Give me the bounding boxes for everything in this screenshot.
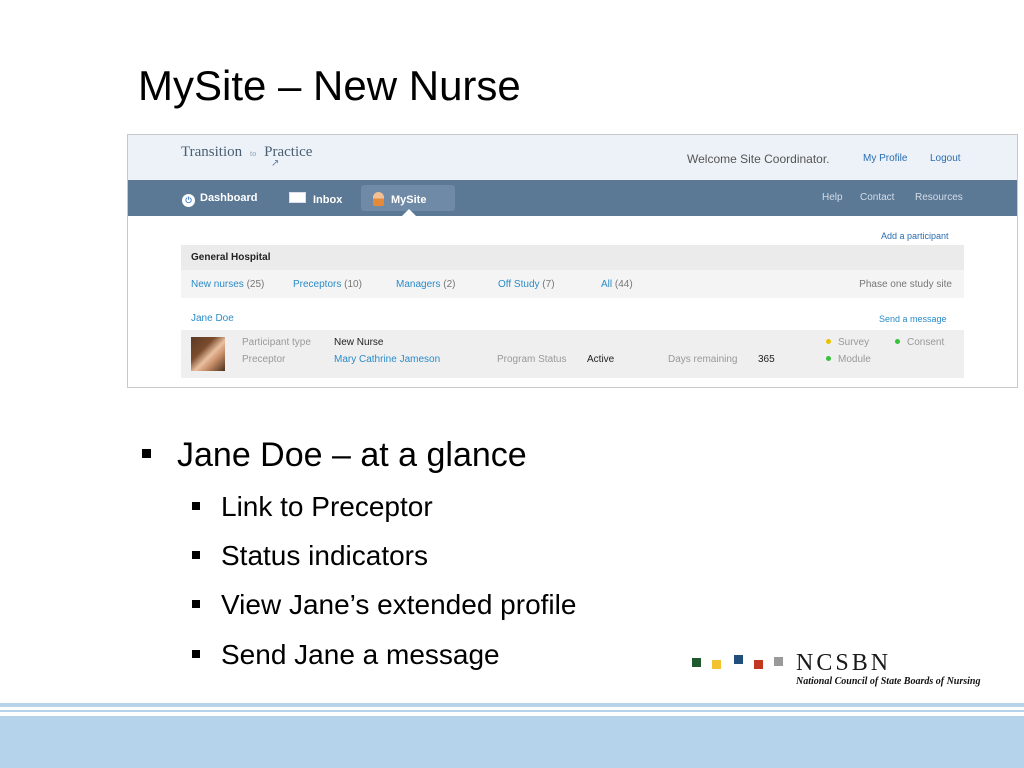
ncsbn-logo: NCSBN National Council of State Boards o… [692, 650, 982, 695]
bullet-sub: Link to Preceptor [192, 491, 433, 523]
filter-label: New nurses [191, 279, 244, 290]
program-status-label: Program Status [497, 354, 567, 365]
filter-managers[interactable]: Managers (2) [396, 279, 455, 290]
my-profile-link[interactable]: My Profile [863, 153, 907, 164]
module-indicator[interactable]: Module [826, 354, 871, 365]
bullet-sub: Status indicators [192, 540, 428, 572]
tab-dashboard-label: Dashboard [200, 192, 258, 204]
bullet-text: Link to Preceptor [221, 491, 433, 522]
bullet-square-icon [192, 502, 200, 510]
bullet-sub: View Jane’s extended profile [192, 589, 576, 621]
logo-square-icon [754, 660, 763, 669]
filter-count: (25) [246, 279, 265, 290]
consent-indicator[interactable]: Consent [895, 337, 944, 348]
status-dot-icon [826, 356, 831, 361]
filter-label: All [601, 279, 613, 290]
logo-arrow-icon: ↗ [271, 158, 280, 169]
filter-label: Preceptors [293, 279, 342, 290]
logo-square-icon [712, 660, 721, 669]
contact-link[interactable]: Contact [860, 192, 894, 203]
survey-indicator[interactable]: Survey [826, 337, 869, 348]
module-label: Module [838, 354, 871, 365]
main-nav: ⏻ Dashboard Inbox MySite Help Contact Res… [128, 180, 1017, 216]
bullet-square-icon [192, 650, 200, 658]
filter-label: Off Study [498, 279, 540, 290]
days-remaining-label: Days remaining [668, 354, 738, 365]
bullet-text: Status indicators [221, 540, 428, 571]
status-dot-icon [895, 339, 900, 344]
filter-count: (44) [614, 279, 633, 290]
bullet-square-icon [142, 449, 151, 458]
welcome-text: Welcome Site Coordinator. [687, 152, 830, 166]
filter-preceptors[interactable]: Preceptors (10) [293, 279, 362, 290]
filter-off-study[interactable]: Off Study (7) [498, 279, 555, 290]
send-message-link[interactable]: Send a message [879, 314, 947, 324]
app-screenshot: Transition to Practice ↗ Welcome Site Coor… [127, 134, 1018, 388]
bullet-text: View Jane’s extended profile [221, 589, 577, 620]
bullet-text: Send Jane a message [221, 639, 500, 670]
tab-dashboard[interactable]: ⏻ Dashboard [182, 192, 257, 207]
filter-count: (2) [443, 279, 456, 290]
dashboard-icon: ⏻ [182, 194, 195, 207]
app-logo[interactable]: Transition to Practice ↗ [181, 144, 312, 169]
logo-square-icon [774, 657, 783, 666]
person-icon [373, 192, 384, 206]
filter-count: (7) [542, 279, 555, 290]
footer-line [0, 703, 1024, 707]
filter-bar: New nurses (25) Preceptors (10) Managers… [181, 270, 964, 298]
phase-label: Phase one study site [859, 279, 952, 290]
slide-title: MySite – New Nurse [138, 62, 521, 109]
logo-word-to: to [250, 149, 257, 158]
bullet-square-icon [192, 551, 200, 559]
resources-link[interactable]: Resources [915, 192, 963, 203]
tab-inbox[interactable]: Inbox [289, 192, 342, 206]
mail-icon [289, 192, 306, 203]
avatar[interactable] [191, 337, 225, 371]
survey-label: Survey [838, 337, 870, 348]
filter-label: Managers [396, 279, 441, 290]
bullet-square-icon [192, 600, 200, 608]
filter-count: (10) [344, 279, 362, 290]
preceptor-label: Preceptor [242, 354, 286, 365]
days-remaining-value: 365 [758, 354, 775, 365]
preceptor-link[interactable]: Mary Cathrine Jameson [334, 354, 440, 365]
hospital-name: General Hospital [191, 252, 271, 263]
logo-square-icon [692, 658, 701, 667]
logo-square-icon [734, 655, 743, 664]
bullet-text: Jane Doe – at a glance [177, 436, 527, 474]
participant-type-label: Participant type [242, 337, 311, 348]
program-status-value: Active [587, 354, 615, 365]
participant-card: Participant type New Nurse Preceptor Mar… [181, 330, 964, 378]
ncsbn-name: NCSBN [796, 650, 892, 676]
add-participant-link[interactable]: Add a participant [881, 231, 949, 241]
logout-link[interactable]: Logout [930, 153, 961, 164]
consent-label: Consent [907, 337, 945, 348]
footer-band [0, 716, 1024, 768]
logo-word-transition: Transition [181, 144, 243, 160]
ncsbn-full-name: National Council of State Boards of Nurs… [796, 676, 981, 687]
filter-new-nurses[interactable]: New nurses (25) [191, 279, 264, 290]
help-link[interactable]: Help [822, 192, 843, 203]
bullet-main: Jane Doe – at a glance [142, 436, 527, 475]
footer-line [0, 710, 1024, 712]
tab-inbox-label: Inbox [313, 194, 343, 206]
participant-type-value: New Nurse [334, 337, 384, 348]
filter-all[interactable]: All (44) [601, 279, 633, 290]
participant-name-link[interactable]: Jane Doe [191, 313, 234, 324]
active-tab-caret [402, 209, 416, 216]
tab-mysite-label: MySite [391, 194, 427, 206]
hospital-header: General Hospital [181, 245, 964, 270]
status-dot-icon [826, 339, 831, 344]
tab-mysite[interactable]: MySite [373, 192, 426, 206]
app-header: Transition to Practice ↗ Welcome Site Coor… [128, 135, 1017, 180]
bullet-sub: Send Jane a message [192, 639, 500, 671]
